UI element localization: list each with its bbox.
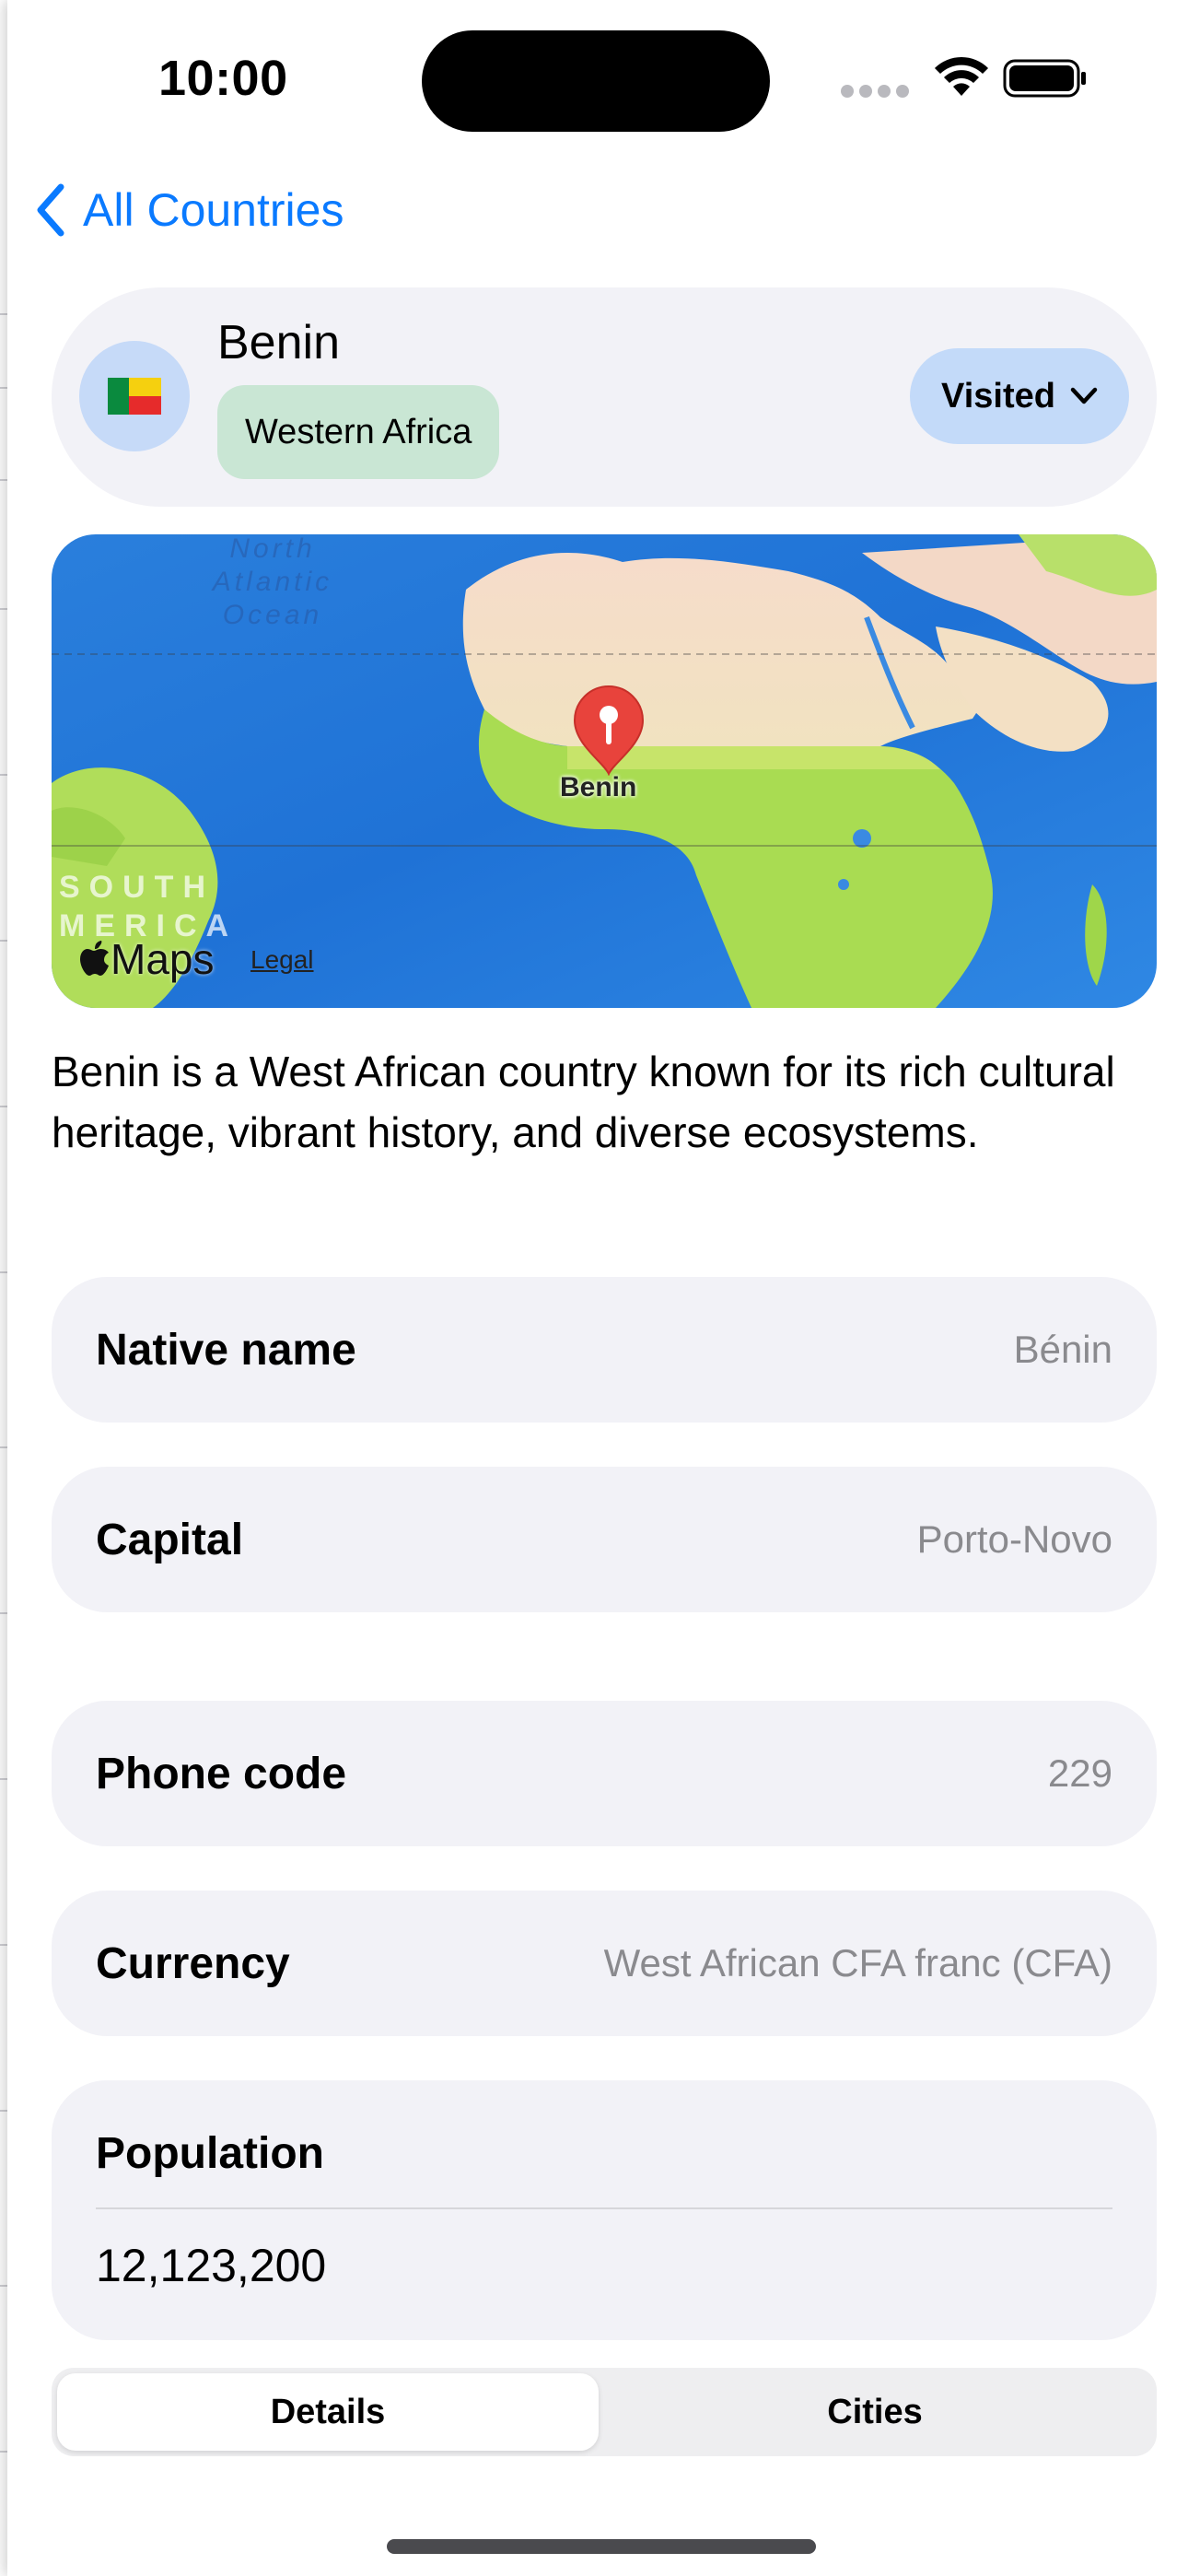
native-name-label: Native name [96, 1325, 356, 1375]
flag-avatar [79, 341, 190, 451]
screen: 10:00 All Countries Benin Western Africa… [0, 0, 1188, 2576]
visited-status-label: Visited [941, 376, 1055, 416]
population-label: Population [96, 2129, 324, 2178]
chevron-left-icon [37, 183, 64, 237]
country-detail-sheet: 10:00 All Countries Benin Western Africa… [7, 0, 1188, 2576]
phone-code-value: 229 [1047, 1751, 1112, 1795]
home-indicator[interactable] [387, 2539, 816, 2554]
country-name: Benin [217, 316, 340, 369]
dynamic-island [422, 30, 770, 132]
apple-maps-logo: Maps [79, 934, 214, 984]
back-label: All Countries [83, 184, 344, 236]
benin-flag-icon [108, 378, 161, 415]
country-map[interactable]: North Atlantic Ocean SOUTH MERICA Benin … [52, 534, 1157, 1008]
apple-logo-icon [80, 941, 109, 976]
population-value: 12,123,200 [96, 2240, 327, 2291]
phone-code-row: Phone code 229 [52, 1701, 1157, 1846]
capital-label: Capital [96, 1515, 244, 1564]
population-card: Population 12,123,200 [52, 2080, 1157, 2340]
wifi-icon [935, 56, 988, 96]
tab-cities[interactable]: Cities [604, 2373, 1146, 2451]
back-button[interactable]: All Countries [35, 177, 344, 243]
map-pin-icon [573, 685, 645, 776]
native-name-value: Bénin [1013, 1328, 1112, 1371]
status-time: 10:00 [158, 51, 288, 106]
map-ocean-label: North Atlantic Ocean [212, 534, 333, 630]
capital-value: Porto-Novo [916, 1517, 1112, 1561]
country-description: Benin is a West African country known fo… [52, 1048, 1115, 1156]
tab-details[interactable]: Details [57, 2373, 599, 2451]
signal-dots-icon [841, 85, 914, 102]
chevron-down-icon [1070, 387, 1098, 404]
region-chip: Western Africa [217, 385, 500, 479]
country-header-card: Benin Western Africa Visited [52, 287, 1157, 507]
currency-row: Currency West African CFA franc (CFA) [52, 1891, 1157, 2036]
phone-code-label: Phone code [96, 1749, 347, 1798]
status-icons [841, 55, 1089, 101]
map-pin-label: Benin [560, 772, 637, 802]
population-divider [96, 2207, 1112, 2209]
detail-tabs: Details Cities [52, 2368, 1157, 2456]
maps-logo-text: Maps [111, 935, 215, 983]
capital-row: Capital Porto-Novo [52, 1467, 1157, 1612]
currency-value: West African CFA franc (CFA) [603, 1941, 1112, 1985]
maps-legal-link[interactable]: Legal [250, 945, 314, 975]
native-name-row: Native name Bénin [52, 1277, 1157, 1423]
battery-icon [1003, 59, 1086, 98]
visited-status-button[interactable]: Visited [910, 348, 1129, 444]
currency-label: Currency [96, 1938, 290, 1988]
